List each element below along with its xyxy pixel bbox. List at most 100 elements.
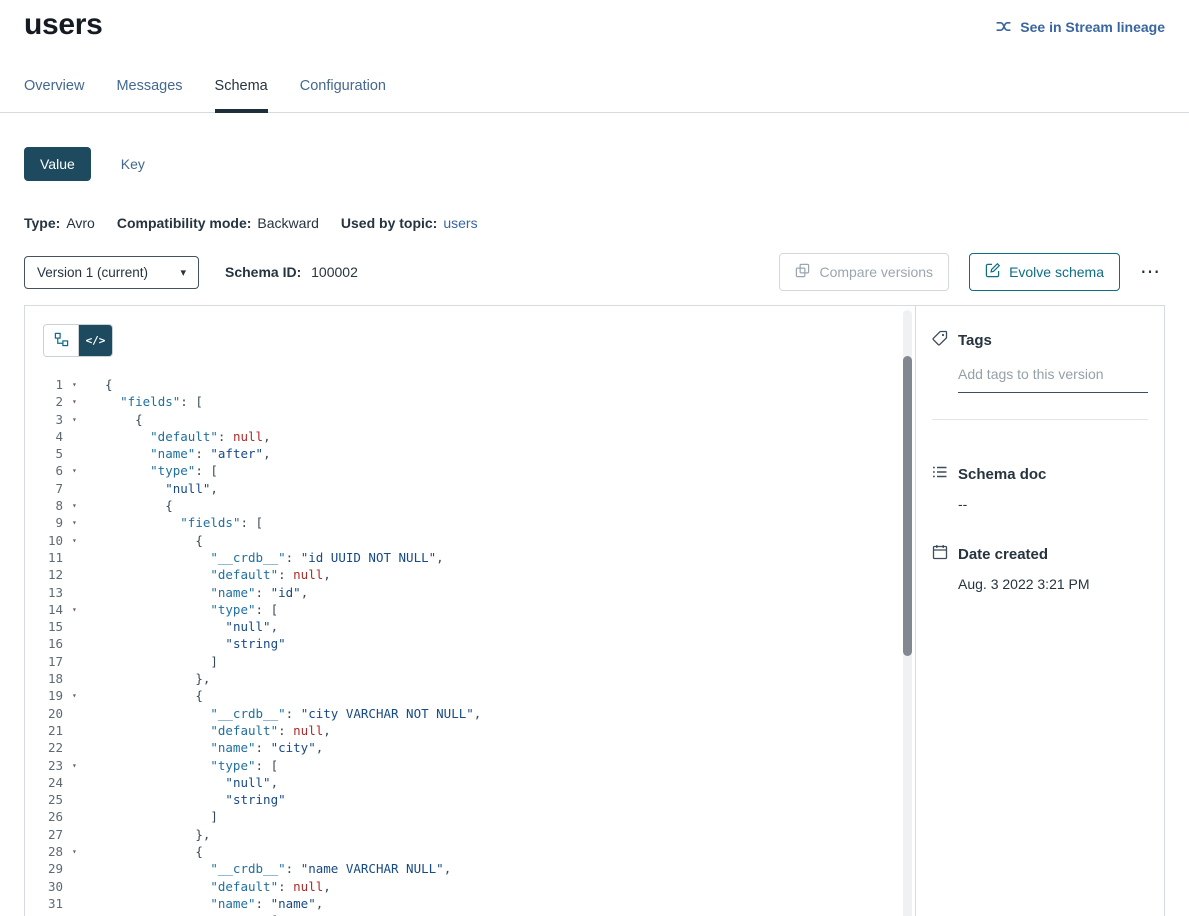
sidebar-divider [932,419,1148,420]
version-select[interactable]: Version 1 (current) ▾ [24,256,199,289]
evolve-schema-button[interactable]: Evolve schema [969,253,1120,291]
more-options-button[interactable]: ⋯ [1136,256,1165,288]
line-number: 9 [25,514,63,531]
fold-arrow-icon[interactable]: ▾ [63,411,105,428]
line-number: 16 [25,635,63,652]
code-text: "default": null, [105,428,271,445]
tree-view-button[interactable] [44,325,78,356]
fold-arrow-icon[interactable]: ▾ [63,462,105,479]
fold-spacer [63,480,105,497]
type-value: Avro [66,215,95,231]
key-toggle-button[interactable]: Key [121,156,145,172]
stream-lineage-link[interactable]: See in Stream lineage [995,18,1165,35]
compatibility-label: Compatibility mode: [117,215,252,231]
line-number: 12 [25,566,63,583]
fold-arrow-icon[interactable]: ▾ [63,393,105,410]
code-line: 30 "default": null, [25,878,899,895]
code-line: 15 "null", [25,618,899,635]
code-line: 3▾ { [25,411,899,428]
line-number: 6 [25,462,63,479]
schema-sidebar: Tags Schema doc -- [916,306,1164,916]
fold-spacer [63,445,105,462]
edit-icon [985,263,1000,281]
code-line: 31 "name": "name", [25,895,899,912]
line-number: 8 [25,497,63,514]
code-line: 5 "name": "after", [25,445,899,462]
code-text: "default": null, [105,566,331,583]
fold-spacer [63,549,105,566]
code-line: 8▾ { [25,497,899,514]
line-number: 15 [25,618,63,635]
tab-messages[interactable]: Messages [116,78,182,112]
topic-link[interactable]: users [443,215,477,231]
evolve-schema-label: Evolve schema [1009,264,1104,280]
line-number: 4 [25,428,63,445]
value-toggle-button[interactable]: Value [24,147,91,181]
list-icon [932,464,948,484]
fold-spacer [63,428,105,445]
code-text: }, [105,826,210,843]
fold-spacer [63,774,105,791]
code-line: 11 "__crdb__": "id UUID NOT NULL", [25,549,899,566]
code-text: "null", [105,618,278,635]
fold-arrow-icon[interactable]: ▾ [63,497,105,514]
used-by-topic-label: Used by topic: [341,215,437,231]
tab-overview[interactable]: Overview [24,78,84,112]
code-line: 9▾ "fields": [ [25,514,899,531]
line-number: 31 [25,895,63,912]
scrollbar-thumb[interactable] [903,356,912,656]
line-number: 10 [25,532,63,549]
schema-part-toggle: Value Key [24,147,1165,181]
schema-id-value: 100002 [311,264,358,280]
fold-spacer [63,722,105,739]
fold-spacer [63,895,105,912]
code-view-button[interactable]: </> [78,325,112,356]
code-text: { [105,843,203,860]
fold-arrow-icon[interactable]: ▾ [63,601,105,618]
line-number: 19 [25,687,63,704]
code-text: "fields": [ [105,393,203,410]
editor-view-toggle: </> [43,324,113,357]
date-created-value: Aug. 3 2022 3:21 PM [958,576,1148,592]
schema-doc-heading: Schema doc [932,464,1148,484]
stream-lineage-label: See in Stream lineage [1020,19,1165,35]
line-number: 27 [25,826,63,843]
line-number: 17 [25,653,63,670]
tags-input[interactable] [958,360,1148,393]
line-number: 2 [25,393,63,410]
code-text: "name": "id", [105,584,308,601]
code-text: "default": null, [105,878,331,895]
line-number: 22 [25,739,63,756]
tab-schema[interactable]: Schema [215,78,268,113]
fold-spacer [63,566,105,583]
fold-arrow-icon[interactable]: ▾ [63,514,105,531]
code-line: 29 "__crdb__": "name VARCHAR NULL", [25,860,899,877]
tab-configuration[interactable]: Configuration [300,78,386,112]
code-text: "null", [105,774,278,791]
fold-spacer [63,808,105,825]
fold-arrow-icon[interactable]: ▾ [63,843,105,860]
code-line: 25 "string" [25,791,899,808]
code-text: "null", [105,480,218,497]
fold-arrow-icon[interactable]: ▾ [63,912,105,916]
fold-arrow-icon[interactable]: ▾ [63,532,105,549]
code-line: 32▾ "type": [ [25,912,899,916]
fold-spacer [63,618,105,635]
code-line: 17 ] [25,653,899,670]
line-number: 25 [25,791,63,808]
compare-versions-button[interactable]: Compare versions [779,253,949,291]
code-line: 16 "string" [25,635,899,652]
code-line: 12 "default": null, [25,566,899,583]
fold-arrow-icon[interactable]: ▾ [63,687,105,704]
compare-versions-label: Compare versions [819,264,933,280]
top-bar: users See in Stream lineage [0,0,1189,42]
schema-doc-title: Schema doc [958,466,1046,483]
tags-section: Tags [932,330,1148,420]
fold-spacer [63,670,105,687]
fold-arrow-icon[interactable]: ▾ [63,757,105,774]
fold-arrow-icon[interactable]: ▾ [63,376,105,393]
line-number: 1 [25,376,63,393]
type-label: Type: [24,215,60,231]
code-line: 26 ] [25,808,899,825]
scrollbar-track[interactable] [903,310,912,916]
